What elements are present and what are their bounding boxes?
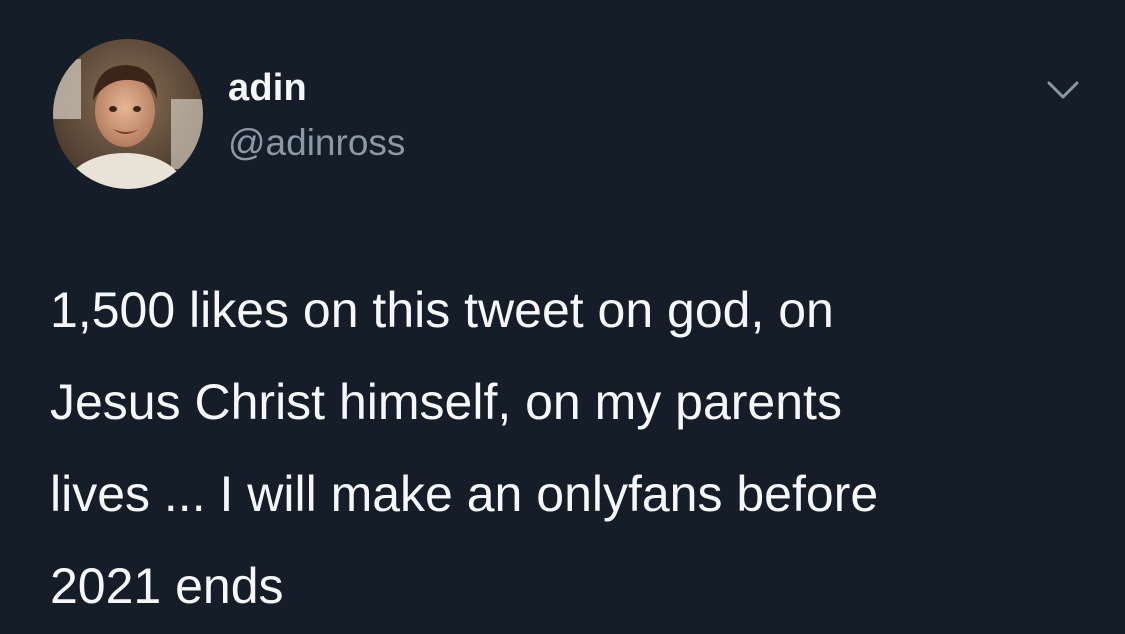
profile-photo-icon	[53, 39, 203, 189]
author-handle[interactable]: @adinross	[228, 121, 405, 165]
author-display-name[interactable]: adin	[228, 66, 307, 110]
tweet-card: adin @adinross 1,500 likes on this tweet…	[0, 0, 1125, 634]
chevron-down-icon	[1047, 81, 1079, 99]
tweet-text-line: 1,500 likes on this tweet on god, on	[50, 282, 834, 338]
avatar[interactable]	[53, 39, 203, 189]
tweet-text-line: 2021 ends	[50, 558, 284, 614]
tweet-text-line: Jesus Christ himself, on my parents	[50, 374, 842, 430]
tweet-text-line: lives ... I will make an onlyfans before	[50, 466, 879, 522]
tweet-text: 1,500 likes on this tweet on god, on Jes…	[50, 264, 1090, 632]
tweet-menu-button[interactable]	[1043, 73, 1083, 107]
